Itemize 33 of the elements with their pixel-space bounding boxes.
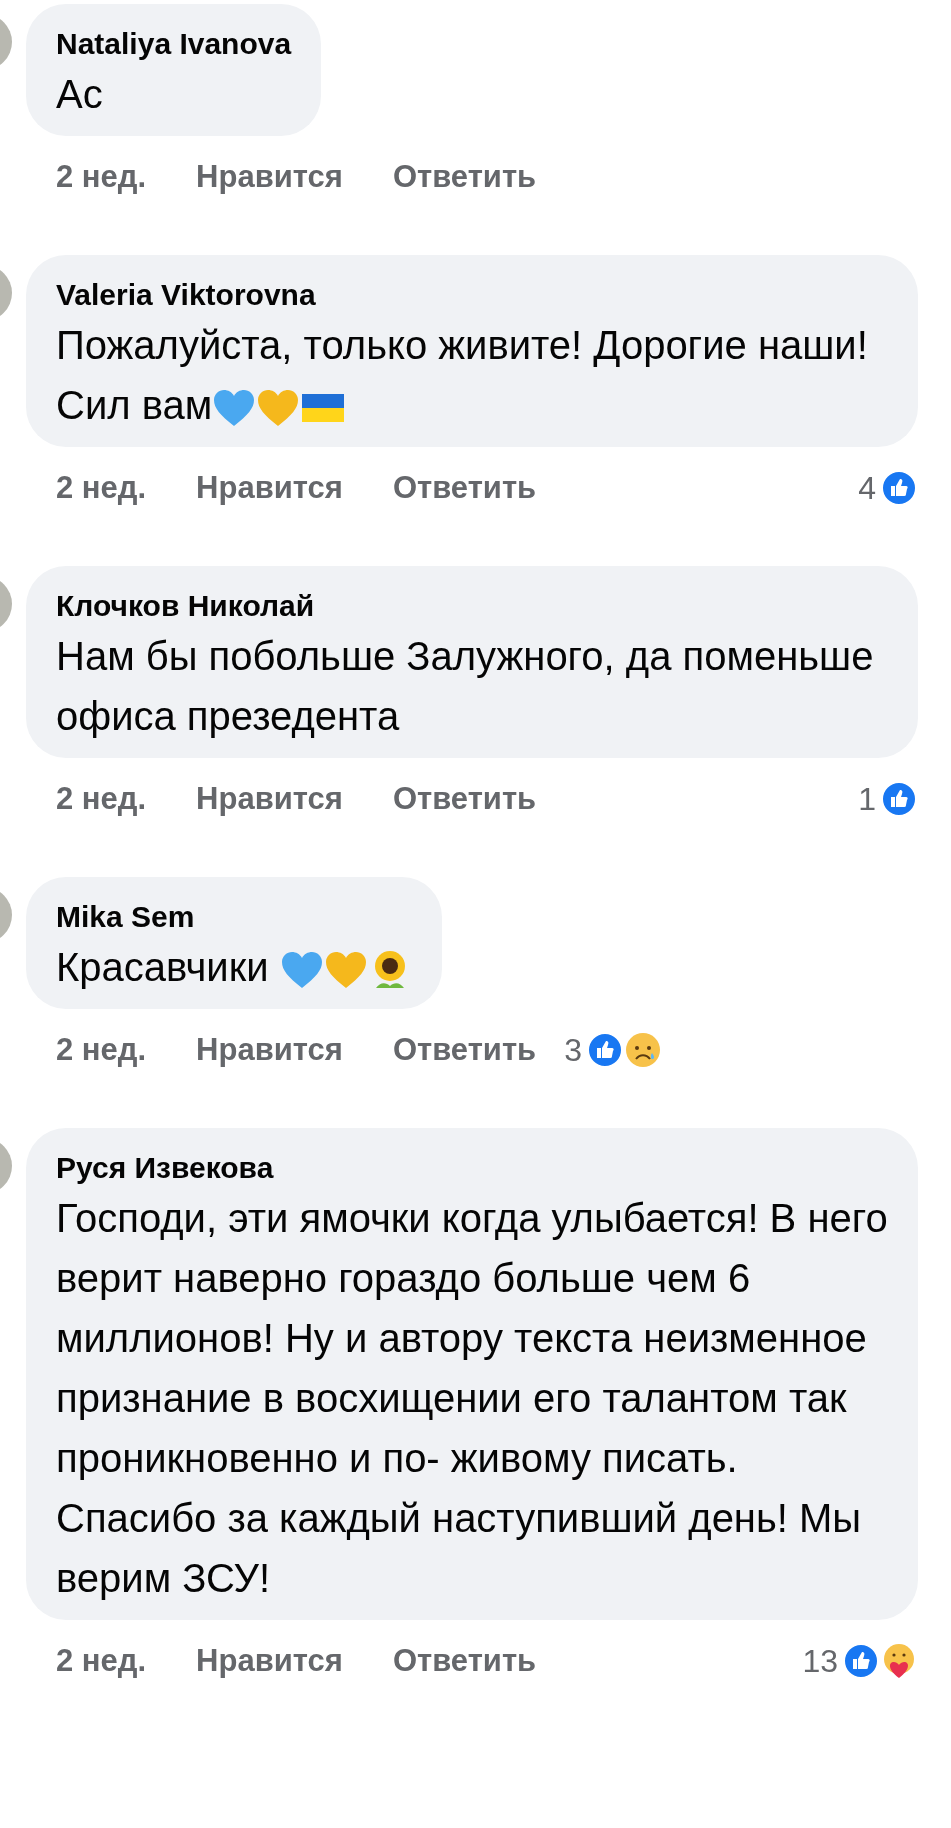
reply-link[interactable]: Ответить xyxy=(392,1643,537,1679)
reply-link[interactable]: Ответить xyxy=(392,781,537,817)
author-name[interactable]: Mika Sem xyxy=(56,897,412,937)
like-link[interactable]: Нравится xyxy=(196,159,343,195)
reaction-count[interactable]: 13 xyxy=(802,1642,838,1680)
comment-text: Пожалуйста, только живите! Дорогие наши!Сил вам xyxy=(56,322,869,431)
comment-text: Нам бы побольше Залужного, да поменьше офиса презедента xyxy=(56,633,875,740)
like-link[interactable]: Нравится xyxy=(196,1643,343,1679)
reaction-count[interactable]: 3 xyxy=(564,1031,582,1069)
sad-face-icon xyxy=(623,1031,662,1069)
reaction-count[interactable]: 4 xyxy=(858,469,876,507)
like-link[interactable]: Нравится xyxy=(196,781,343,817)
comment-text: Ас xyxy=(56,71,104,118)
timestamp-link[interactable]: 2 нед. xyxy=(56,1032,147,1068)
author-name[interactable]: Nataliya Ivanova xyxy=(56,24,292,64)
timestamp-link[interactable]: 2 нед. xyxy=(56,159,147,195)
timestamp-link[interactable]: 2 нед. xyxy=(56,781,147,817)
reply-link[interactable]: Ответить xyxy=(392,1032,537,1068)
like-link[interactable]: Нравится xyxy=(196,1032,343,1068)
timestamp-link[interactable]: 2 нед. xyxy=(56,470,147,506)
like-icon xyxy=(880,780,918,818)
reply-link[interactable]: Ответить xyxy=(392,470,537,506)
author-name[interactable]: Valeria Viktorovna xyxy=(56,275,888,315)
like-link[interactable]: Нравится xyxy=(196,470,343,506)
like-icon xyxy=(842,1642,880,1680)
like-icon xyxy=(880,469,918,507)
comment-text: Красавчики xyxy=(56,937,412,997)
comment-text: Господи, эти ямочки когда улыбается! В него верит наверно гораздо больше чем 6 миллионов! Ну и автору текста неизменное признание в восхищении его талантом так проникновенно и по- живому писать. Спасибо за каждый наступивший день! Мы верим ЗСУ! xyxy=(56,1195,888,1602)
timestamp-link[interactable]: 2 нед. xyxy=(56,1643,147,1679)
author-name[interactable]: Клочков Николай xyxy=(56,586,888,626)
author-name[interactable]: Руся Извекова xyxy=(56,1148,888,1188)
reaction-count[interactable]: 1 xyxy=(858,780,876,818)
reply-link[interactable]: Ответить xyxy=(392,159,537,195)
